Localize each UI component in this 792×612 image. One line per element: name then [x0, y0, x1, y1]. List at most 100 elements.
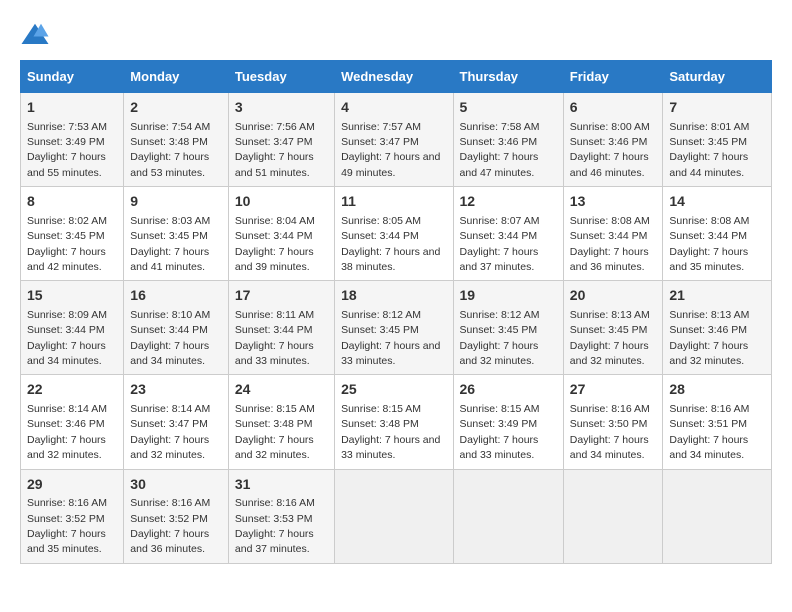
day-number: 25 [341, 380, 446, 400]
day-info: Sunrise: 8:12 AM Sunset: 3:45 PM Dayligh… [460, 309, 540, 367]
calendar-week-1: 1 Sunrise: 7:53 AM Sunset: 3:49 PM Dayli… [21, 93, 772, 187]
day-info: Sunrise: 8:12 AM Sunset: 3:45 PM Dayligh… [341, 309, 440, 367]
day-info: Sunrise: 8:05 AM Sunset: 3:44 PM Dayligh… [341, 215, 440, 273]
day-info: Sunrise: 8:00 AM Sunset: 3:46 PM Dayligh… [570, 121, 650, 179]
day-info: Sunrise: 8:09 AM Sunset: 3:44 PM Dayligh… [27, 309, 107, 367]
calendar-cell: 25 Sunrise: 8:15 AM Sunset: 3:48 PM Dayl… [335, 375, 453, 469]
calendar-cell: 21 Sunrise: 8:13 AM Sunset: 3:46 PM Dayl… [663, 281, 772, 375]
day-number: 6 [570, 98, 657, 118]
calendar-cell: 20 Sunrise: 8:13 AM Sunset: 3:45 PM Dayl… [563, 281, 663, 375]
calendar-cell: 28 Sunrise: 8:16 AM Sunset: 3:51 PM Dayl… [663, 375, 772, 469]
day-info: Sunrise: 8:16 AM Sunset: 3:51 PM Dayligh… [669, 403, 749, 461]
calendar-cell: 7 Sunrise: 8:01 AM Sunset: 3:45 PM Dayli… [663, 93, 772, 187]
logo [20, 20, 54, 50]
calendar-cell: 4 Sunrise: 7:57 AM Sunset: 3:47 PM Dayli… [335, 93, 453, 187]
calendar-cell: 24 Sunrise: 8:15 AM Sunset: 3:48 PM Dayl… [228, 375, 334, 469]
day-number: 4 [341, 98, 446, 118]
logo-icon [20, 20, 50, 50]
day-number: 23 [130, 380, 222, 400]
calendar-cell: 6 Sunrise: 8:00 AM Sunset: 3:46 PM Dayli… [563, 93, 663, 187]
calendar-cell: 13 Sunrise: 8:08 AM Sunset: 3:44 PM Dayl… [563, 187, 663, 281]
day-number: 24 [235, 380, 328, 400]
day-number: 2 [130, 98, 222, 118]
day-info: Sunrise: 8:03 AM Sunset: 3:45 PM Dayligh… [130, 215, 210, 273]
day-info: Sunrise: 8:10 AM Sunset: 3:44 PM Dayligh… [130, 309, 210, 367]
page-header [20, 20, 772, 50]
day-number: 14 [669, 192, 765, 212]
calendar-cell: 27 Sunrise: 8:16 AM Sunset: 3:50 PM Dayl… [563, 375, 663, 469]
calendar-cell: 3 Sunrise: 7:56 AM Sunset: 3:47 PM Dayli… [228, 93, 334, 187]
calendar-cell: 23 Sunrise: 8:14 AM Sunset: 3:47 PM Dayl… [124, 375, 229, 469]
calendar-cell: 18 Sunrise: 8:12 AM Sunset: 3:45 PM Dayl… [335, 281, 453, 375]
day-number: 30 [130, 475, 222, 495]
calendar-cell: 31 Sunrise: 8:16 AM Sunset: 3:53 PM Dayl… [228, 469, 334, 563]
calendar-cell: 26 Sunrise: 8:15 AM Sunset: 3:49 PM Dayl… [453, 375, 563, 469]
calendar-cell: 8 Sunrise: 8:02 AM Sunset: 3:45 PM Dayli… [21, 187, 124, 281]
header-thursday: Thursday [453, 61, 563, 93]
calendar-cell [663, 469, 772, 563]
day-number: 29 [27, 475, 117, 495]
day-info: Sunrise: 8:15 AM Sunset: 3:49 PM Dayligh… [460, 403, 540, 461]
day-info: Sunrise: 8:13 AM Sunset: 3:45 PM Dayligh… [570, 309, 650, 367]
day-info: Sunrise: 8:16 AM Sunset: 3:52 PM Dayligh… [27, 497, 107, 555]
calendar-table: SundayMondayTuesdayWednesdayThursdayFrid… [20, 60, 772, 564]
day-number: 12 [460, 192, 557, 212]
day-info: Sunrise: 8:07 AM Sunset: 3:44 PM Dayligh… [460, 215, 540, 273]
calendar-cell [453, 469, 563, 563]
calendar-cell: 17 Sunrise: 8:11 AM Sunset: 3:44 PM Dayl… [228, 281, 334, 375]
day-number: 8 [27, 192, 117, 212]
day-number: 18 [341, 286, 446, 306]
calendar-week-3: 15 Sunrise: 8:09 AM Sunset: 3:44 PM Dayl… [21, 281, 772, 375]
day-info: Sunrise: 8:15 AM Sunset: 3:48 PM Dayligh… [235, 403, 315, 461]
day-number: 26 [460, 380, 557, 400]
day-number: 17 [235, 286, 328, 306]
day-number: 9 [130, 192, 222, 212]
day-info: Sunrise: 8:11 AM Sunset: 3:44 PM Dayligh… [235, 309, 314, 367]
calendar-cell: 29 Sunrise: 8:16 AM Sunset: 3:52 PM Dayl… [21, 469, 124, 563]
day-info: Sunrise: 8:01 AM Sunset: 3:45 PM Dayligh… [669, 121, 749, 179]
day-info: Sunrise: 7:54 AM Sunset: 3:48 PM Dayligh… [130, 121, 210, 179]
calendar-cell: 11 Sunrise: 8:05 AM Sunset: 3:44 PM Dayl… [335, 187, 453, 281]
day-info: Sunrise: 7:58 AM Sunset: 3:46 PM Dayligh… [460, 121, 540, 179]
calendar-week-2: 8 Sunrise: 8:02 AM Sunset: 3:45 PM Dayli… [21, 187, 772, 281]
calendar-cell [335, 469, 453, 563]
calendar-cell: 14 Sunrise: 8:08 AM Sunset: 3:44 PM Dayl… [663, 187, 772, 281]
day-number: 7 [669, 98, 765, 118]
day-number: 10 [235, 192, 328, 212]
header-friday: Friday [563, 61, 663, 93]
day-info: Sunrise: 8:02 AM Sunset: 3:45 PM Dayligh… [27, 215, 107, 273]
header-saturday: Saturday [663, 61, 772, 93]
calendar-cell: 30 Sunrise: 8:16 AM Sunset: 3:52 PM Dayl… [124, 469, 229, 563]
day-number: 22 [27, 380, 117, 400]
calendar-week-5: 29 Sunrise: 8:16 AM Sunset: 3:52 PM Dayl… [21, 469, 772, 563]
day-number: 21 [669, 286, 765, 306]
header-sunday: Sunday [21, 61, 124, 93]
day-info: Sunrise: 8:16 AM Sunset: 3:53 PM Dayligh… [235, 497, 315, 555]
day-info: Sunrise: 8:13 AM Sunset: 3:46 PM Dayligh… [669, 309, 749, 367]
calendar-cell: 12 Sunrise: 8:07 AM Sunset: 3:44 PM Dayl… [453, 187, 563, 281]
day-number: 28 [669, 380, 765, 400]
day-number: 1 [27, 98, 117, 118]
calendar-cell: 5 Sunrise: 7:58 AM Sunset: 3:46 PM Dayli… [453, 93, 563, 187]
calendar-week-4: 22 Sunrise: 8:14 AM Sunset: 3:46 PM Dayl… [21, 375, 772, 469]
calendar-cell: 19 Sunrise: 8:12 AM Sunset: 3:45 PM Dayl… [453, 281, 563, 375]
day-number: 19 [460, 286, 557, 306]
day-number: 5 [460, 98, 557, 118]
day-info: Sunrise: 8:15 AM Sunset: 3:48 PM Dayligh… [341, 403, 440, 461]
day-number: 11 [341, 192, 446, 212]
day-info: Sunrise: 8:08 AM Sunset: 3:44 PM Dayligh… [570, 215, 650, 273]
calendar-cell: 2 Sunrise: 7:54 AM Sunset: 3:48 PM Dayli… [124, 93, 229, 187]
header-wednesday: Wednesday [335, 61, 453, 93]
day-number: 31 [235, 475, 328, 495]
header-monday: Monday [124, 61, 229, 93]
day-info: Sunrise: 8:14 AM Sunset: 3:47 PM Dayligh… [130, 403, 210, 461]
day-number: 27 [570, 380, 657, 400]
day-info: Sunrise: 7:56 AM Sunset: 3:47 PM Dayligh… [235, 121, 315, 179]
calendar-cell: 10 Sunrise: 8:04 AM Sunset: 3:44 PM Dayl… [228, 187, 334, 281]
calendar-cell: 9 Sunrise: 8:03 AM Sunset: 3:45 PM Dayli… [124, 187, 229, 281]
day-info: Sunrise: 8:16 AM Sunset: 3:52 PM Dayligh… [130, 497, 210, 555]
day-number: 15 [27, 286, 117, 306]
calendar-cell [563, 469, 663, 563]
day-number: 3 [235, 98, 328, 118]
calendar-cell: 1 Sunrise: 7:53 AM Sunset: 3:49 PM Dayli… [21, 93, 124, 187]
